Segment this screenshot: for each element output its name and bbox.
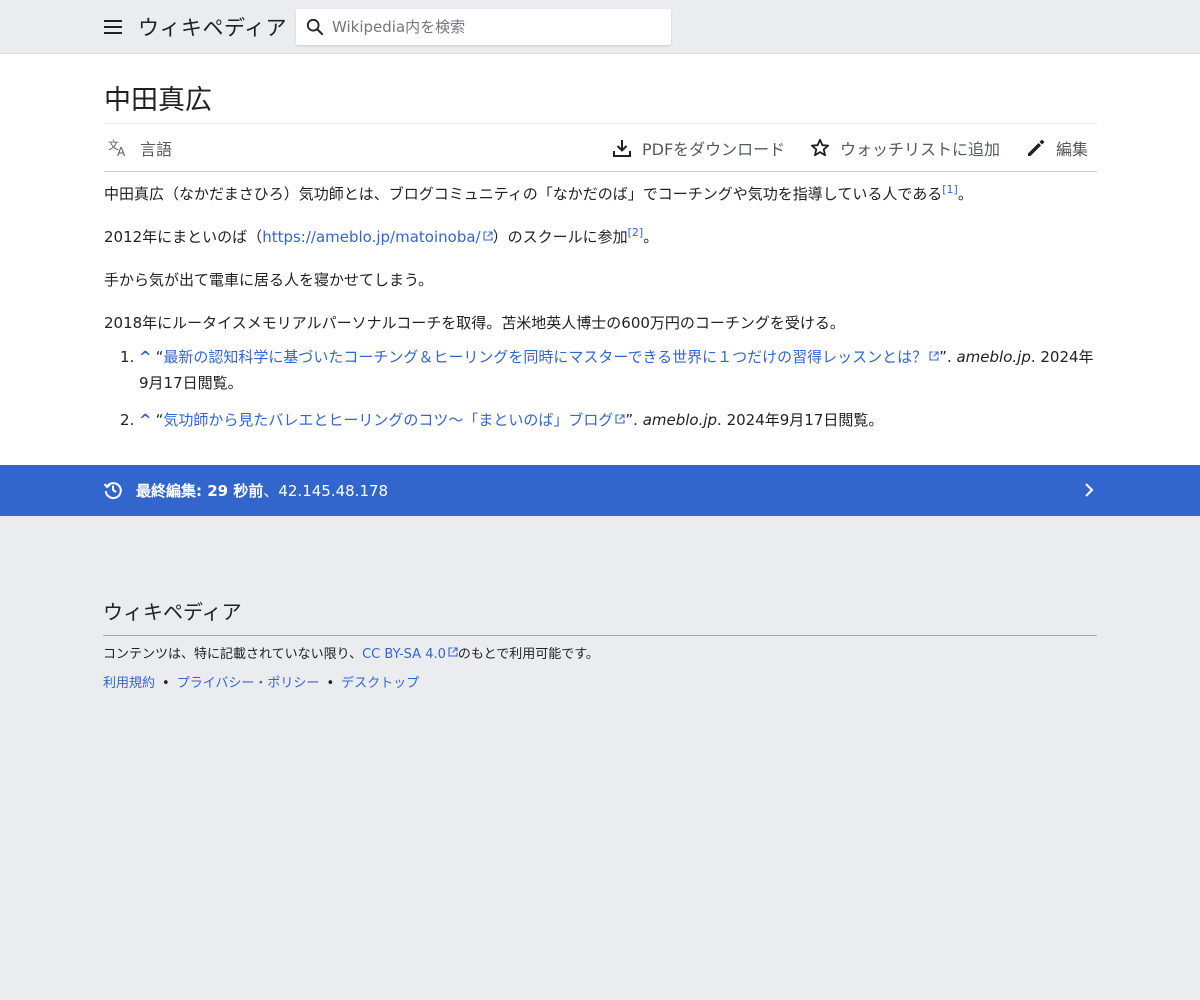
external-link-ameblo[interactable]: https://ameblo.jp/matoinoba/ xyxy=(262,228,493,246)
article-body: 中田真広（なかだまさひろ）気功師とは、ブログコミュニティの「なかだのば」でコーチ… xyxy=(104,182,1097,354)
search-icon xyxy=(306,18,324,36)
last-edited-text: 最終編集: 29 秒前、42.145.48.178 xyxy=(136,482,389,500)
download-icon xyxy=(613,140,631,157)
language-label: 言語 xyxy=(140,140,173,159)
license-link[interactable]: CC BY-SA 4.0 xyxy=(362,647,458,662)
watchlist-button[interactable]: ウォッチリストに追加 xyxy=(810,124,1000,172)
license-notice: コンテンツは、特に記載されていない限り、CC BY-SA 4.0 のもとで利用可能… xyxy=(103,647,599,662)
reference-title-link-2[interactable]: 気功師から見たバレエとヒーリングのコツ〜「まといのば」ブログ xyxy=(163,411,625,429)
search-input[interactable] xyxy=(332,18,652,36)
desktop-link[interactable]: デスクトップ xyxy=(341,676,419,691)
footer-links: 利用規約 • プライバシー・ポリシー • デスクトップ xyxy=(103,676,420,691)
footer-logo: ウィキペディア xyxy=(103,600,242,624)
edit-label: 編集 xyxy=(1056,140,1089,159)
search-box[interactable] xyxy=(296,9,671,45)
external-link-icon xyxy=(483,231,493,241)
main-menu-button[interactable] xyxy=(100,14,126,40)
privacy-link[interactable]: プライバシー・ポリシー xyxy=(177,676,320,691)
reference-link-1[interactable]: [1] xyxy=(942,183,958,196)
paragraph-2: 2012年にまといのば（https://ameblo.jp/matoinoba/… xyxy=(104,226,659,246)
article-content: 中田真広 文 A 言語 PDFをダウンロード ウォッチリストに追加 編集 中田真… xyxy=(0,54,1200,465)
terms-link[interactable]: 利用規約 xyxy=(103,676,155,691)
external-link-icon xyxy=(615,414,625,424)
pencil-icon xyxy=(1028,139,1045,156)
watchlist-label: ウォッチリストに追加 xyxy=(840,140,1001,159)
paragraph-3: 手から気が出て電車に居る人を寝かせてしまう。 xyxy=(104,271,434,289)
last-editor: 42.145.48.178 xyxy=(278,482,389,500)
language-icon: 文 A xyxy=(108,138,126,158)
reference-link-2[interactable]: [2] xyxy=(628,226,644,239)
back-to-citation-1[interactable]: ^ xyxy=(139,348,152,366)
footer-divider xyxy=(103,635,1097,636)
page-title: 中田真広 xyxy=(104,85,212,116)
star-icon xyxy=(810,138,830,157)
paragraph-1: 中田真広（なかだまさひろ）気功師とは、ブログコミュニティの「なかだのば」でコーチ… xyxy=(104,183,973,203)
download-pdf-label: PDFをダウンロード xyxy=(642,140,786,159)
reference-item-1: 1. ^ “最新の認知科学に基づいたコーチング＆ヒーリングを同時にマスターできる世… xyxy=(120,348,1094,392)
svg-text:A: A xyxy=(117,145,126,158)
header: ウィキペディア xyxy=(0,0,1200,54)
external-link-icon xyxy=(448,647,458,657)
references-list: 1. ^ “最新の認知科学に基づいたコーチング＆ヒーリングを同時にマスターできる世… xyxy=(120,344,1095,444)
last-edited-bar[interactable]: 最終編集: 29 秒前、42.145.48.178 xyxy=(0,465,1200,516)
download-pdf-button[interactable]: PDFをダウンロード xyxy=(612,124,785,172)
site-logo[interactable]: ウィキペディア xyxy=(138,12,287,42)
chevron-right-icon xyxy=(1085,483,1094,497)
language-button[interactable]: 文 A 言語 xyxy=(108,124,172,172)
edit-button[interactable]: 編集 xyxy=(1026,124,1088,172)
reference-item-2: 2. ^ “気功師から見たバレエとヒーリングのコツ〜「まといのば」ブログ”. am… xyxy=(120,411,884,429)
history-icon xyxy=(103,482,122,500)
hamburger-icon xyxy=(104,20,122,22)
back-to-citation-2[interactable]: ^ xyxy=(139,411,152,429)
reference-title-link-1[interactable]: 最新の認知科学に基づいたコーチング＆ヒーリングを同時にマスターできる世界に１つだ… xyxy=(163,348,939,366)
paragraph-4: 2018年にルータイスメモリアルパーソナルコーチを取得。苫米地英人博士の600万… xyxy=(104,314,845,332)
external-link-icon xyxy=(929,351,939,361)
page-actions-toolbar: 文 A 言語 PDFをダウンロード ウォッチリストに追加 編集 xyxy=(104,124,1097,172)
